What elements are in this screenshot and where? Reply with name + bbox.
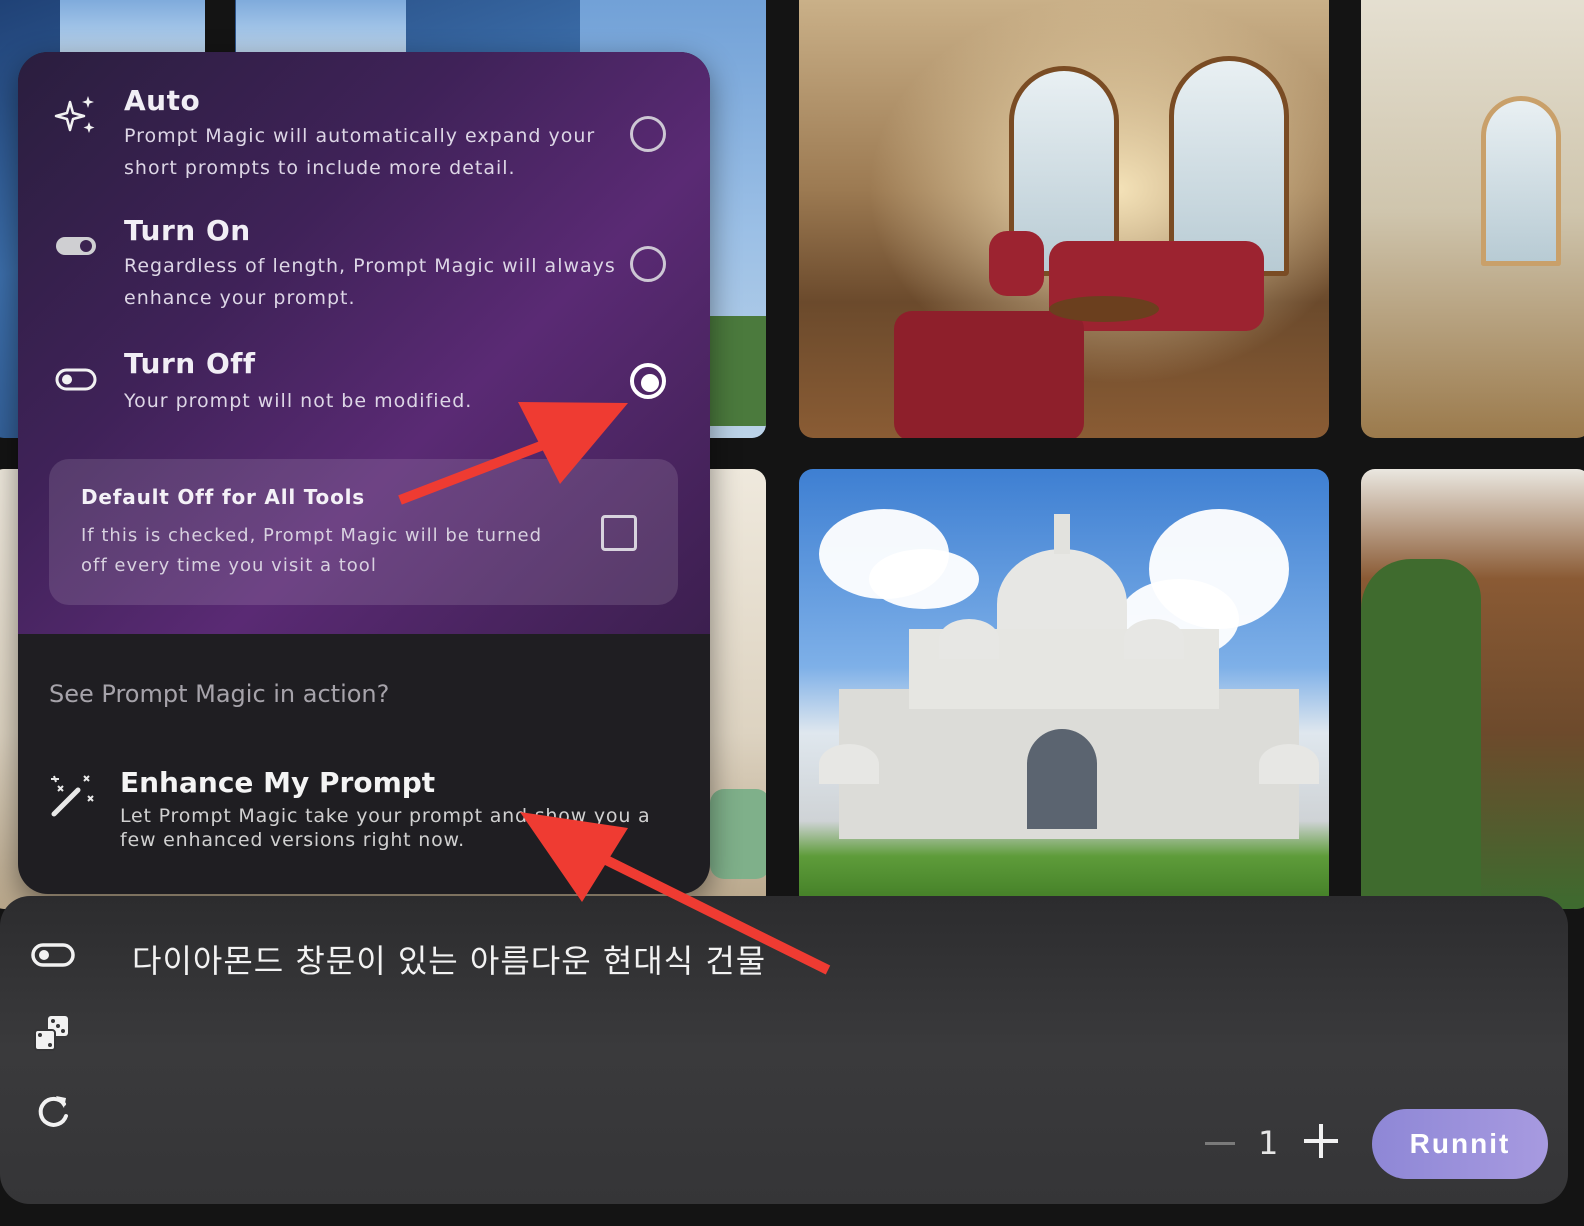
default-off-checkbox[interactable] [601, 515, 637, 551]
toggle-on-icon [54, 224, 98, 268]
option-title: Turn Off [124, 347, 256, 380]
default-off-description: If this is checked, Prompt Magic will be… [81, 525, 543, 576]
gallery-image-ornate-room[interactable] [1361, 0, 1584, 438]
default-off-title: Default Off for All Tools [81, 485, 365, 509]
option-description: Your prompt will not be modified. [124, 390, 473, 412]
gallery-image-parisian-salon[interactable] [799, 0, 1329, 438]
radio-turn-off[interactable] [630, 363, 666, 399]
gallery-image-wooden-house[interactable] [1361, 469, 1584, 909]
enhance-description: Let Prompt Magic take your prompt and sh… [120, 805, 651, 851]
option-description: Regardless of length, Prompt Magic will … [124, 255, 616, 309]
increment-button[interactable] [1304, 1124, 1338, 1158]
option-description: Prompt Magic will automatically expand y… [124, 125, 596, 179]
option-auto[interactable]: Auto Prompt Magic will automatically exp… [18, 82, 710, 192]
runnit-button[interactable]: Runnit [1372, 1109, 1548, 1179]
prompt-magic-popup: Auto Prompt Magic will automatically exp… [18, 52, 710, 894]
see-in-action-label: See Prompt Magic in action? [49, 680, 390, 708]
enhance-title: Enhance My Prompt [120, 766, 436, 799]
option-turn-off[interactable]: Turn Off Your prompt will not be modifie… [18, 347, 710, 427]
decrement-button[interactable] [1205, 1142, 1235, 1145]
option-turn-on[interactable]: Turn On Regardless of length, Prompt Mag… [18, 212, 710, 322]
prompt-bar: 다이아몬드 창문이 있는 아름다운 현대식 건물 1 Runnit [0, 896, 1568, 1204]
gallery-image-cathedral[interactable] [799, 469, 1329, 909]
default-off-setting[interactable]: Default Off for All Tools If this is che… [49, 459, 678, 605]
magic-wand-icon [48, 772, 96, 820]
option-title: Auto [124, 84, 201, 117]
radio-auto[interactable] [630, 116, 666, 152]
radio-turn-on[interactable] [630, 246, 666, 282]
toggle-off-icon [54, 357, 98, 401]
gallery-divider [205, 0, 235, 56]
refresh-icon[interactable] [30, 1090, 76, 1136]
dice-icon[interactable] [30, 1010, 76, 1056]
toggle-off-icon[interactable] [30, 932, 76, 978]
prompt-input[interactable]: 다이아몬드 창문이 있는 아름다운 현대식 건물 [132, 936, 766, 982]
option-title: Turn On [124, 214, 251, 247]
image-count: 1 [1258, 1124, 1279, 1162]
sparkles-icon [54, 94, 98, 138]
prompt-magic-options-panel: Auto Prompt Magic will automatically exp… [18, 52, 710, 634]
